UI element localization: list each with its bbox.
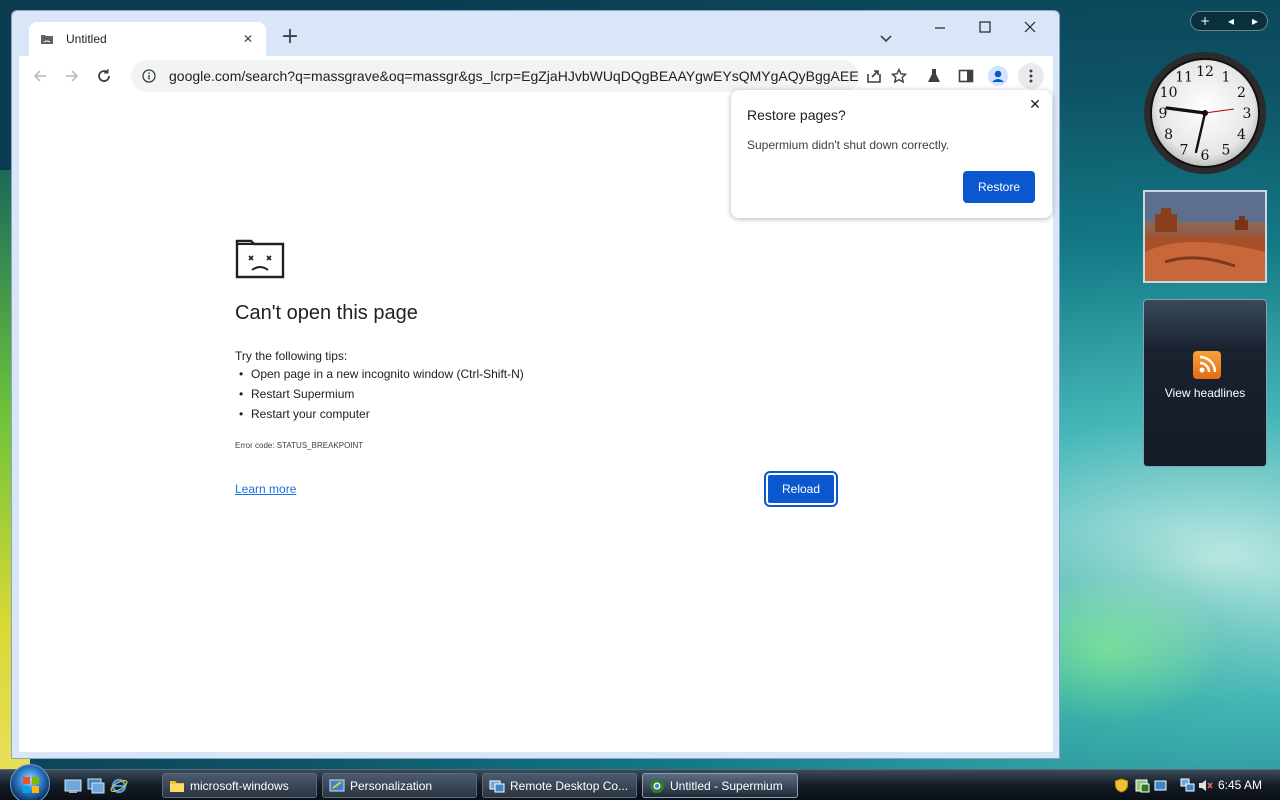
add-gadget-icon[interactable]: + [1200,14,1210,28]
minimize-button[interactable] [922,13,958,43]
taskbar-button-label: Personalization [350,778,433,793]
address-bar[interactable]: google.com/search?q=massgrave&oq=massgr&… [131,60,859,92]
url-text: google.com/search?q=massgrave&oq=massgr&… [169,68,859,84]
clock-numeral: 4 [1237,127,1246,143]
sad-page-icon [39,31,55,47]
restore-button[interactable]: Restore [963,171,1035,203]
close-icon[interactable]: ✕ [240,31,256,47]
taskbar-button-remote-desktop[interactable]: Remote Desktop Co... [482,773,637,798]
window-close-button[interactable] [1012,13,1048,43]
list-item: Open page in a new incognito window (Ctr… [235,364,524,384]
clock-numeral: 3 [1243,106,1252,122]
control-panel-icon [329,778,345,794]
taskbar-button-personalization[interactable]: Personalization [322,773,477,798]
slideshow-gadget[interactable] [1143,190,1267,283]
taskbar-button-supermium[interactable]: Untitled - Supermium [642,773,798,798]
restore-message: Supermium didn't shut down correctly. [747,138,950,152]
taskbar-button-label: Untitled - Supermium [670,778,783,793]
forward-arrow-icon[interactable] [60,64,84,88]
restore-pages-bubble: Restore pages? Supermium didn't shut dow… [731,90,1052,218]
taskbar-button-label: microsoft-windows [190,778,289,793]
error-title: Can't open this page [235,302,418,324]
clock-numeral: 6 [1201,148,1210,164]
restore-title: Restore pages? [747,107,846,123]
list-item: Restart Supermium [235,384,524,404]
taskbar-button-label: Remote Desktop Co... [510,778,629,793]
next-icon[interactable]: ▸ [1252,14,1258,28]
profile-avatar-icon[interactable] [986,64,1010,88]
clock-numeral: 12 [1196,64,1214,80]
rss-icon [1193,351,1221,379]
maximize-button[interactable] [967,13,1003,43]
clock-numeral: 2 [1237,85,1246,101]
network-icon[interactable] [1180,778,1195,793]
previous-icon[interactable]: ◂ [1228,14,1234,28]
clock-numeral: 7 [1180,142,1189,158]
back-arrow-icon[interactable] [28,64,52,88]
notification-icon[interactable] [1153,778,1168,793]
clock-numeral: 10 [1160,85,1178,101]
menu-kebab-icon[interactable] [1018,63,1044,89]
close-icon[interactable]: ✕ [1026,96,1044,114]
tips-heading: Try the following tips: [235,349,348,363]
bookmark-star-icon[interactable] [887,64,911,88]
show-desktop-icon[interactable] [64,777,82,795]
supermium-icon [649,778,665,794]
start-button[interactable] [10,764,50,800]
updates-icon[interactable] [1135,778,1150,793]
tips-list: Open page in a new incognito window (Ctr… [235,364,524,424]
clock-numeral: 8 [1164,127,1173,143]
taskbar: microsoft-windows Personalization Remote… [0,764,1280,800]
browser-window: Untitled ✕ + google.com/search?q=massgra… [11,10,1060,759]
share-icon[interactable] [862,64,886,88]
list-item: Restart your computer [235,404,524,424]
reload-button[interactable]: Reload [764,471,838,507]
chevron-down-icon[interactable] [874,27,898,51]
remote-desktop-icon [489,778,505,794]
sidebar-controls: + ◂ ▸ [1190,11,1268,31]
switch-windows-icon[interactable] [87,777,105,795]
labs-flask-icon[interactable] [922,64,946,88]
info-icon[interactable] [141,68,157,84]
clock-numeral: 1 [1222,70,1231,86]
internet-explorer-icon[interactable] [110,777,128,795]
sad-folder-icon [235,237,285,279]
clock-gadget[interactable]: 12 1234567891011 [1142,50,1268,176]
error-code: Error code: STATUS_BREAKPOINT [235,441,364,450]
security-shield-icon[interactable] [1114,778,1129,793]
tab-title: Untitled [66,32,107,46]
new-tab-icon[interactable]: + [278,26,302,50]
clock-numeral: 5 [1222,142,1231,158]
tab-untitled[interactable]: Untitled ✕ [29,22,266,56]
desktop-wallpaper-swoosh [1055,520,1280,780]
clock-numeral: 11 [1175,70,1193,86]
learn-more-link[interactable]: Learn more [235,482,296,496]
reload-icon[interactable] [92,64,116,88]
side-panel-icon[interactable] [954,64,978,88]
clock-time[interactable]: 6:45 AM [1218,778,1262,792]
taskbar-button-microsoft-windows[interactable]: microsoft-windows [162,773,317,798]
feed-headlines-gadget[interactable]: View headlines [1143,299,1267,467]
folder-icon [169,778,185,794]
system-tray: 6:45 AM [1110,773,1280,798]
page-content: Can't open this page Try the following t… [19,90,1053,752]
feeds-label: View headlines [1164,386,1246,400]
volume-muted-icon[interactable] [1198,778,1213,793]
